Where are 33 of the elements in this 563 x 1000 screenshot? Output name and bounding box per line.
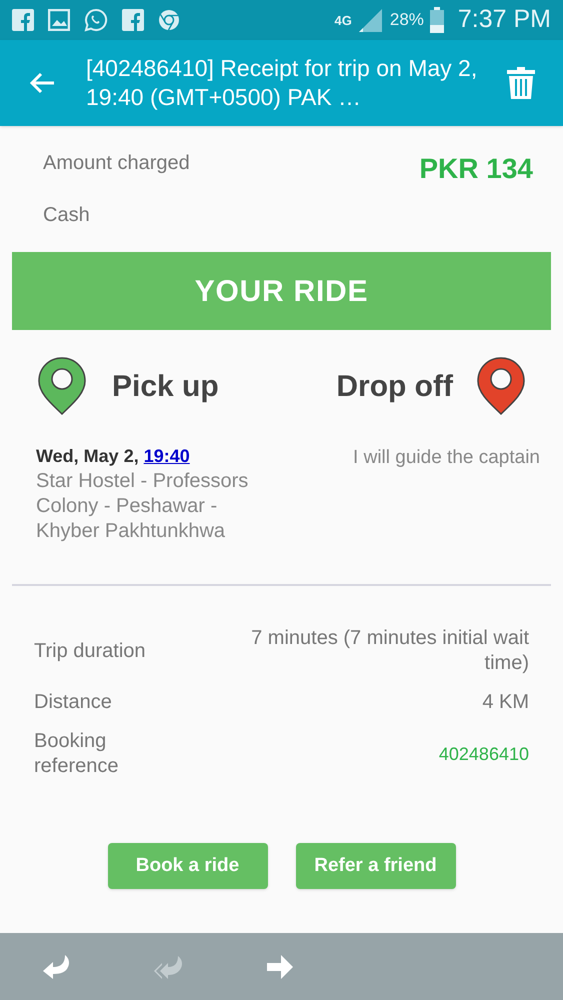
detail-value: 7 minutes (7 minutes initial wait time) [250, 626, 529, 676]
detail-value: 4 KM [481, 690, 529, 715]
reply-icon[interactable] [41, 952, 71, 980]
signal-icon [358, 7, 384, 33]
pickup-title: Pick up [112, 368, 219, 404]
battery-icon [430, 7, 444, 33]
delete-icon[interactable] [507, 67, 535, 99]
clock: 7:37 PM [458, 4, 551, 36]
chrome-icon [158, 9, 180, 31]
time-link[interactable]: 19:40 [144, 446, 190, 466]
dropoff-title: Drop off [336, 368, 453, 404]
banner-title: YOUR RIDE [194, 274, 368, 310]
dropoff-address: I will guide the captain [353, 446, 540, 470]
forward-icon[interactable] [266, 954, 294, 980]
amount-label: Amount charged [43, 151, 190, 176]
detail-label: Booking reference [34, 729, 120, 779]
network-type: 4G [334, 14, 352, 26]
detail-label: Distance [34, 690, 113, 715]
facebook-icon [122, 9, 144, 31]
detail-value: 402486410 [438, 742, 529, 766]
pickup-datetime: Wed, May 2, 19:40 [36, 445, 191, 468]
whatsapp-icon [84, 8, 108, 32]
pickup-address: Star Hostel - Professors Colony - Peshawar - Khyber Pakhtunkhwa [36, 469, 250, 544]
action-button[interactable]: Book a ride [108, 843, 268, 889]
gallery-icon [48, 9, 70, 31]
battery-percent: 28% [390, 9, 424, 32]
message-title: [402486410] Receipt for trip on May 2, 19:40 (GMT+0500) PAK … [86, 54, 478, 112]
facebook-icon [12, 9, 34, 31]
detail-label: Trip duration [34, 638, 147, 664]
payment-method: Cash [43, 203, 91, 228]
back-arrow-icon[interactable] [28, 71, 56, 95]
action-button[interactable]: Refer a friend [296, 843, 456, 889]
amount-value: PKR 134 [419, 152, 533, 186]
